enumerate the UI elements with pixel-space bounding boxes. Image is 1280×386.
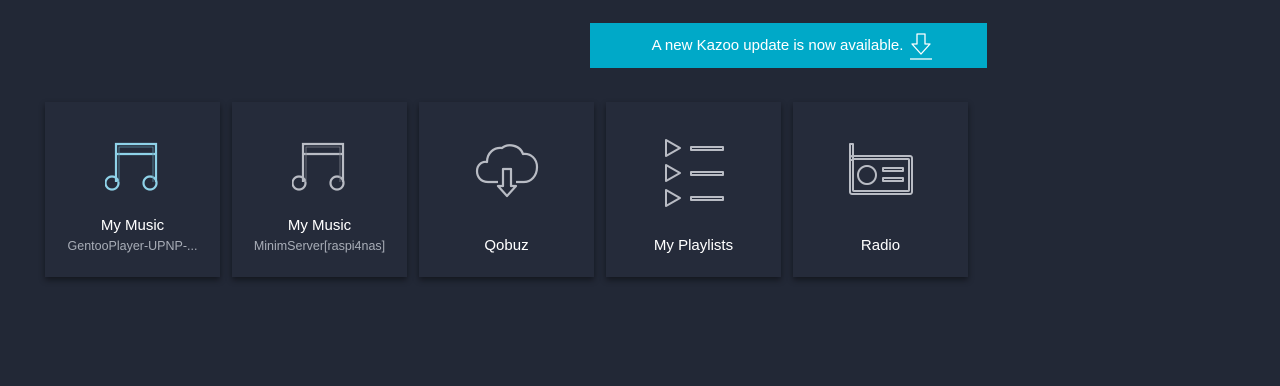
tile-subtitle: GentooPlayer-UPNP-... [67,239,198,253]
source-tiles: My Music GentooPlayer-UPNP-... My Music … [45,102,968,277]
tile-title: My Playlists [653,237,734,254]
tile-title: My Music [100,217,165,234]
radio-icon [793,138,968,208]
update-banner[interactable]: A new Kazoo update is now available. [590,23,987,68]
tile-subtitle: MinimServer[raspi4nas] [253,239,386,253]
tile-qobuz[interactable]: Qobuz [419,102,594,277]
cloud-download-icon [419,138,594,208]
playlist-icon [606,138,781,208]
music-note-icon [45,138,220,208]
tile-title: Radio [860,237,901,254]
app-root: A new Kazoo update is now available. My … [0,0,1280,386]
tile-radio[interactable]: Radio [793,102,968,277]
tile-title: My Music [287,217,352,234]
tile-title: Qobuz [484,237,529,254]
tile-my-music-minimserver[interactable]: My Music MinimServer[raspi4nas] [232,102,407,277]
update-banner-text: A new Kazoo update is now available. [651,37,904,54]
music-note-icon [232,138,407,208]
tile-my-playlists[interactable]: My Playlists [606,102,781,277]
tile-my-music-gentooplayer[interactable]: My Music GentooPlayer-UPNP-... [45,102,220,277]
download-icon[interactable] [909,31,933,61]
